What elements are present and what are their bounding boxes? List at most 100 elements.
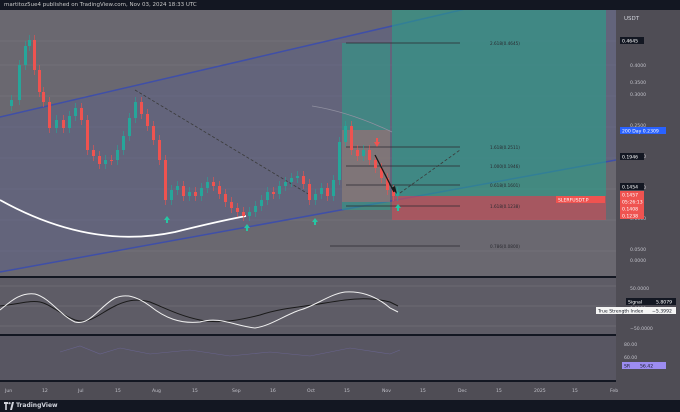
time-label: Dec xyxy=(458,388,467,394)
candle-body xyxy=(248,212,251,216)
candle-body xyxy=(374,160,377,168)
candle-body xyxy=(188,192,191,196)
fib-label-2: 1.618(0.2511) xyxy=(490,145,520,150)
price-tick: 0.0500 xyxy=(630,247,646,253)
candle-body xyxy=(68,116,71,128)
candle-body xyxy=(55,120,58,128)
candle-body xyxy=(140,102,143,114)
time-label: 15 xyxy=(420,388,426,394)
candle-body xyxy=(266,192,269,200)
candle-body xyxy=(194,192,197,196)
time-label: Nov xyxy=(382,388,391,394)
candle-body xyxy=(86,120,89,150)
footer: TradingView xyxy=(0,400,680,412)
tradingview-screenshot: martitoz5ue4 published on TradingView.co… xyxy=(0,0,680,412)
publish-text: martitoz5ue4 published on TradingView.co… xyxy=(4,2,197,8)
price-tick: 0.0000 xyxy=(630,258,646,264)
candle-body xyxy=(224,194,227,202)
candle-body xyxy=(33,40,36,70)
candle-body xyxy=(24,46,27,65)
candle-body xyxy=(344,126,347,142)
candle-body xyxy=(170,190,173,200)
time-label: 16 xyxy=(270,388,276,394)
publish-info-bar: martitoz5ue4 published on TradingView.co… xyxy=(0,0,680,10)
price-label: 05:26:13 xyxy=(622,200,643,206)
currency-label: USDT xyxy=(624,16,640,22)
candle-body xyxy=(122,136,125,150)
oscillator-tick: 50.0000 xyxy=(630,286,649,292)
candle-body xyxy=(314,194,317,200)
tsi-label-value: −5.3992 xyxy=(652,309,672,315)
fib-label-1: 2.618(0.4645) xyxy=(490,41,520,46)
candle-body xyxy=(92,150,95,156)
time-label: 2025 xyxy=(534,388,546,394)
candle-body xyxy=(230,202,233,208)
price-tick: 0.3500 xyxy=(630,80,646,86)
time-label: Feb xyxy=(610,388,618,394)
time-label: Oct xyxy=(307,388,315,394)
fib-label-4: 0.618(0.1601) xyxy=(490,183,520,188)
candle-body xyxy=(290,178,293,182)
signal-label-name: Signal xyxy=(628,300,642,306)
price-label: 0.1454 xyxy=(622,185,638,191)
candle-body xyxy=(320,188,323,194)
candle-body xyxy=(152,126,155,140)
brand-name: TradingView xyxy=(16,402,58,409)
candle-body xyxy=(206,182,209,188)
candle-body xyxy=(134,102,137,118)
time-label: 12 xyxy=(42,388,48,394)
candle-body xyxy=(128,118,131,136)
price-tick: 0.4000 xyxy=(630,63,646,69)
time-label: 15 xyxy=(344,388,350,394)
candle-body xyxy=(212,182,215,186)
time-label: 15 xyxy=(496,388,502,394)
candle-body xyxy=(242,212,245,216)
signal-label-value: 5.8079 xyxy=(656,300,672,306)
candle-body xyxy=(236,208,239,212)
candle-body xyxy=(10,100,13,106)
candle-body xyxy=(104,160,107,164)
price-label: 0.4645 xyxy=(622,39,638,45)
time-label: Aug xyxy=(152,388,161,394)
tsi-label-name: True Strength Index xyxy=(597,309,643,315)
time-label: Jul xyxy=(77,388,84,394)
candle-body xyxy=(308,184,311,200)
price-label: 200 Day 0.2309 xyxy=(622,129,659,135)
candle-body xyxy=(146,114,149,126)
candle-body xyxy=(284,182,287,186)
candle-body xyxy=(164,160,167,200)
candle-body xyxy=(62,120,65,128)
chart-area[interactable]: 2.618(0.4645) 1.618(0.2511) 1.000(0.1946… xyxy=(0,10,680,400)
candle-body xyxy=(110,160,113,161)
candle-body xyxy=(116,150,119,160)
third-pane-bg xyxy=(0,336,616,380)
candle-body xyxy=(28,40,31,46)
candle-body xyxy=(338,142,341,180)
candle-body xyxy=(326,188,329,196)
third-pane-tick: 80.00 xyxy=(624,342,637,348)
fib-label-3: 1.000(0.1946) xyxy=(490,164,520,169)
candle-body xyxy=(182,186,185,196)
candle-body xyxy=(218,186,221,194)
candle-body xyxy=(42,92,45,102)
candle-body xyxy=(332,180,335,196)
candle-body xyxy=(356,150,359,156)
candle-body xyxy=(74,108,77,116)
candle-body xyxy=(260,200,263,206)
candle-body xyxy=(200,188,203,196)
candle-body xyxy=(80,108,83,120)
candle-body xyxy=(350,126,353,150)
oscillator-tick: −50.0000 xyxy=(630,326,653,332)
candle-body xyxy=(362,150,365,156)
time-label: 15 xyxy=(572,388,578,394)
candle-body xyxy=(18,65,21,100)
candle-body xyxy=(254,206,257,212)
price-label: 0.1946 xyxy=(622,155,638,161)
candle-body xyxy=(176,186,179,190)
candle-body xyxy=(296,176,299,178)
candle-body xyxy=(368,150,371,160)
sr-label-value: 56.42 xyxy=(640,364,653,370)
candle-body xyxy=(98,156,101,164)
candle-body xyxy=(38,70,41,92)
time-label: 15 xyxy=(115,388,121,394)
